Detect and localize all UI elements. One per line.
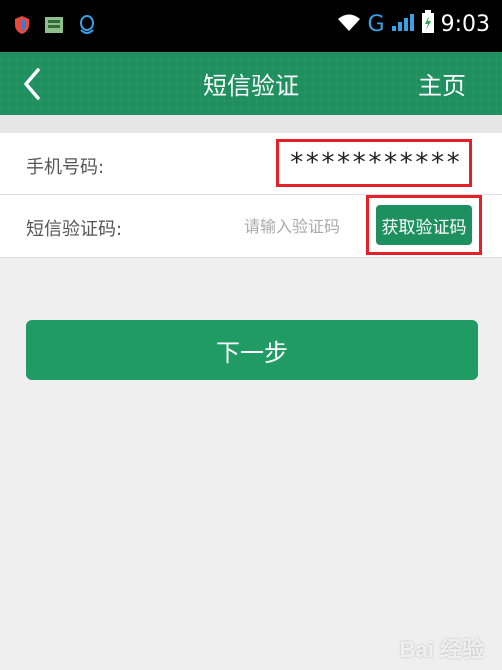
title-bar: 短信验证 主页 bbox=[0, 52, 502, 115]
section-gap bbox=[0, 115, 502, 133]
next-step-button[interactable]: 下一步 bbox=[26, 320, 478, 380]
battery-icon bbox=[421, 10, 435, 38]
sms-code-label: 短信验证码: bbox=[26, 219, 123, 240]
status-left bbox=[14, 14, 96, 40]
signal-icon bbox=[391, 12, 415, 36]
phone-label: 手机号码: bbox=[26, 157, 105, 178]
shield-icon bbox=[14, 15, 30, 39]
qq-icon bbox=[78, 14, 96, 40]
phone-row: 手机号码: *********** bbox=[0, 133, 502, 195]
status-right: G 9:03 bbox=[336, 10, 490, 38]
wifi-icon bbox=[336, 12, 362, 36]
baidu-watermark: Bai 经验 bbox=[399, 637, 484, 662]
get-code-button[interactable]: 获取验证码 bbox=[376, 205, 472, 245]
phone-highlight-box: *********** bbox=[276, 139, 472, 187]
home-button[interactable]: 主页 bbox=[418, 66, 466, 101]
phone-number-value: *********** bbox=[288, 148, 461, 178]
sms-code-input[interactable] bbox=[244, 213, 368, 239]
network-type: G bbox=[367, 11, 385, 37]
clock: 9:03 bbox=[440, 11, 490, 37]
status-bar: G 9:03 bbox=[0, 0, 502, 52]
app-icon bbox=[44, 16, 64, 38]
get-code-highlight-box: 获取验证码 bbox=[366, 195, 482, 255]
